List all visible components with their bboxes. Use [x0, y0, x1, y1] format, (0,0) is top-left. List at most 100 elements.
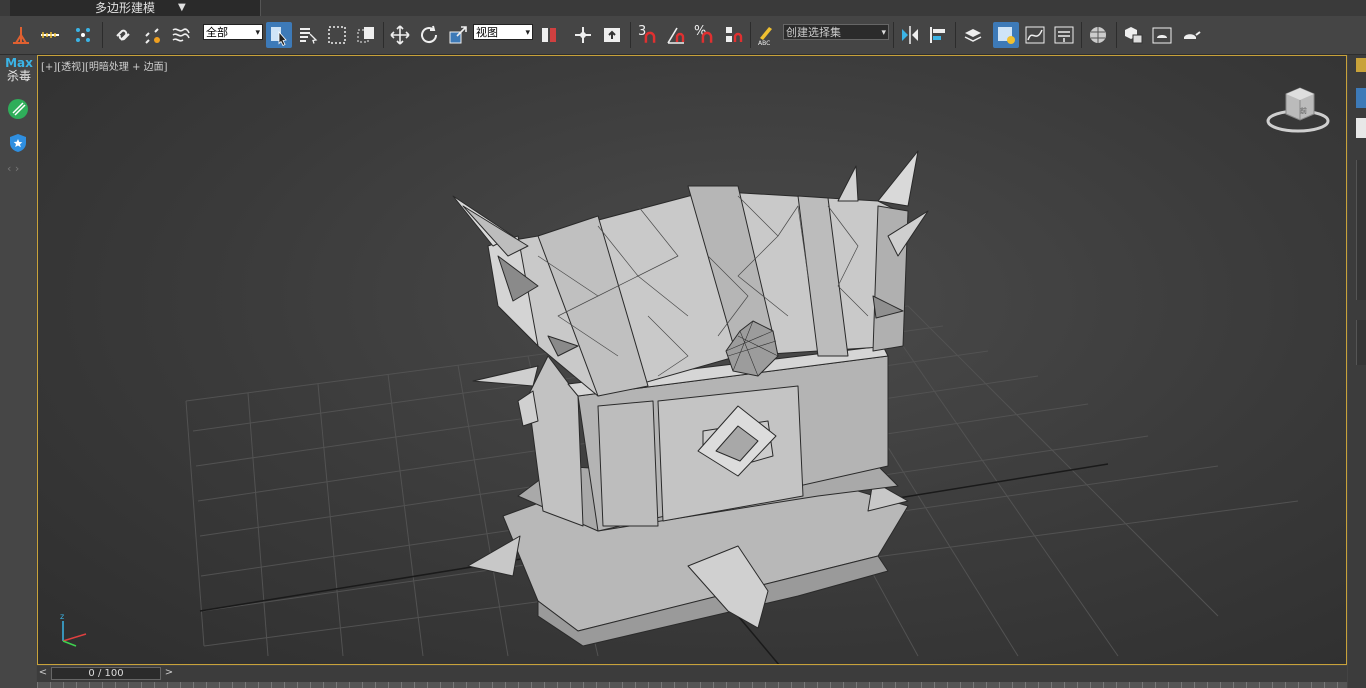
link-icon: [116, 29, 130, 41]
bind-spacewarp-button[interactable]: [168, 22, 194, 48]
rotate-button[interactable]: [416, 22, 442, 48]
logo-line2: 杀毒: [6, 69, 31, 83]
upload-icon: [604, 28, 620, 42]
render-setup-icon: [1125, 27, 1143, 44]
schematic-icon: [1054, 26, 1074, 44]
schematic-view-button[interactable]: [1051, 22, 1077, 48]
green-circle-icon[interactable]: [7, 98, 29, 120]
align-icon: [930, 27, 945, 43]
material-editor-button[interactable]: [1085, 22, 1111, 48]
rendered-frame-button[interactable]: [1149, 22, 1175, 48]
pivot-center-button[interactable]: [537, 22, 563, 48]
mirror-button[interactable]: [897, 22, 923, 48]
undo-hierarchy-button[interactable]: [8, 22, 34, 48]
move-button[interactable]: [387, 22, 413, 48]
ribbon-tab-label: 多边形建模: [95, 1, 156, 15]
link-button[interactable]: [110, 22, 136, 48]
pivot-center-icon: [542, 28, 556, 42]
panel-rollout-2: [1356, 320, 1366, 365]
unlink-button[interactable]: [139, 22, 165, 48]
render-button[interactable]: [1178, 22, 1204, 48]
panel-field[interactable]: [1356, 118, 1366, 138]
rect-selection-button[interactable]: [324, 22, 350, 48]
ribbon-tab-polygon-modeling[interactable]: 多边形建模 ▼: [10, 0, 261, 16]
max-antivirus-logo[interactable]: Max 杀毒: [4, 57, 34, 83]
chevron-down-icon: ▾: [881, 28, 886, 38]
curve-editor-icon: [1025, 26, 1045, 44]
time-slider[interactable]: 0 / 100: [51, 667, 161, 680]
render-setup-button[interactable]: [1120, 22, 1146, 48]
percent-snap-button[interactable]: %: [692, 22, 718, 48]
svg-text:ABC: ABC: [758, 40, 770, 46]
magnet-icon: [701, 31, 713, 43]
select-manipulate-button[interactable]: [570, 22, 596, 48]
angle-snap-button[interactable]: [663, 22, 689, 48]
named-selection-placeholder: 创建选择集: [786, 26, 841, 39]
material-editor-icon: [1090, 27, 1106, 43]
grid-snap-button[interactable]: [70, 22, 96, 48]
timeline: < 0 / 100 >: [37, 666, 1347, 682]
pencil-abc-icon: ABC: [758, 27, 772, 46]
magnet-icon: [644, 31, 656, 43]
select-cursor-icon: [271, 27, 287, 46]
command-panel-strip[interactable]: [1348, 55, 1366, 688]
axis-z-label: z: [60, 612, 64, 621]
layers-icon: [964, 29, 982, 42]
side-nav-arrows-icon[interactable]: ‹ ›: [7, 162, 19, 175]
ruler-icon: [41, 32, 59, 38]
ribbon-dropdown-arrow-icon[interactable]: ▼: [178, 0, 186, 16]
select-object-button[interactable]: [266, 22, 292, 48]
reference-coordinate-dropdown[interactable]: 视图 ▾: [473, 24, 533, 40]
curve-editor-button[interactable]: [1022, 22, 1048, 48]
scene-3d-view[interactable]: 前 z: [38, 56, 1347, 665]
chevron-down-icon: ▾: [255, 28, 260, 38]
window-crossing-icon: [357, 27, 374, 43]
mirror-icon: [902, 26, 918, 44]
align-button[interactable]: [926, 22, 952, 48]
named-selection-dropdown[interactable]: 创建选择集 ▾: [783, 24, 889, 40]
timeline-next-button[interactable]: >: [163, 667, 175, 678]
dots-icon: [76, 28, 90, 42]
unlink-icon: [145, 28, 160, 44]
panel-sun-icon[interactable]: [1356, 58, 1366, 72]
main-toolbar: 全部 ▾ 视图 ▾ 3 % ABC 创建选择集 ▾: [0, 16, 1366, 55]
scene-explorer-icon: [998, 27, 1015, 44]
viewcube-face-label: 前: [1300, 106, 1307, 115]
snap-toggle-button[interactable]: 3: [635, 22, 661, 48]
rotate-icon: [421, 25, 438, 44]
scale-icon: [449, 26, 467, 44]
hierarchy-icon: [13, 27, 29, 44]
edit-named-selection-button[interactable]: ABC: [753, 22, 779, 48]
manipulate-icon: [575, 27, 591, 43]
chevron-down-icon: ▾: [525, 28, 530, 38]
spacewarp-icon: [172, 28, 190, 42]
teapot-icon: [1184, 31, 1201, 39]
selection-filter-value: 全部: [206, 26, 228, 39]
track-bar[interactable]: [37, 682, 1347, 688]
teapot-frame-icon: [1152, 27, 1172, 44]
ruler-button[interactable]: [37, 22, 63, 48]
scene-explorer-toggle-button[interactable]: [993, 22, 1019, 48]
select-by-name-button[interactable]: [295, 22, 321, 48]
select-by-name-icon: [300, 28, 318, 44]
angle-snap-icon: [667, 27, 685, 44]
window-crossing-button[interactable]: [353, 22, 379, 48]
spinner-snap-icon: [726, 27, 743, 42]
axis-tripod-icon: z: [60, 612, 87, 647]
scale-button[interactable]: [445, 22, 471, 48]
timeline-prev-button[interactable]: <: [37, 667, 49, 678]
reference-coordinate-value: 视图: [476, 26, 498, 39]
shield-icon[interactable]: [7, 132, 29, 154]
spinner-snap-button[interactable]: [721, 22, 747, 48]
viewcube-icon: 前: [1266, 87, 1330, 133]
left-sidebar: Max 杀毒 ‹ ›: [0, 55, 36, 688]
panel-tab-icon[interactable]: [1356, 88, 1366, 108]
rect-selection-icon: [328, 26, 346, 44]
chest-model: [452, 150, 929, 647]
ribbon-strip: 多边形建模 ▼: [0, 0, 1366, 16]
layer-manager-button[interactable]: [960, 22, 986, 48]
selection-filter-dropdown[interactable]: 全部 ▾: [203, 24, 263, 40]
keyboard-shortcut-button[interactable]: [599, 22, 625, 48]
perspective-viewport[interactable]: [+][透视][明暗处理 + 边面] 前 z: [37, 55, 1347, 665]
move-icon: [390, 25, 410, 45]
